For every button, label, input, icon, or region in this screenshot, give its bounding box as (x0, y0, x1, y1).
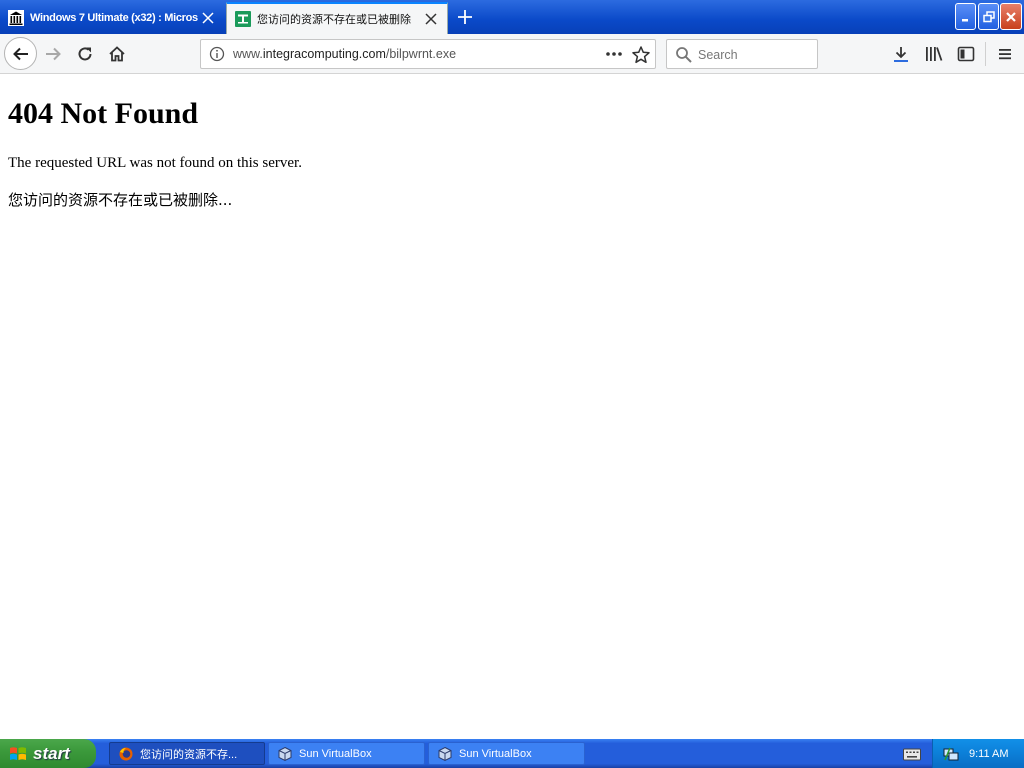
tab-windows7[interactable]: Windows 7 Ultimate (x32) : Micros (0, 2, 224, 34)
navigation-toolbar: www.integracomputing.com/bilpwrnt.exe Se… (0, 34, 1024, 74)
home-icon (109, 46, 125, 62)
hamburger-menu-icon (999, 49, 1011, 60)
virtualbox-cube-icon (437, 746, 453, 762)
clock: 9:11 AM (969, 747, 1009, 760)
search-icon (675, 46, 693, 64)
plus-icon[interactable] (454, 6, 476, 28)
tab-404-page[interactable]: 您访问的资源不存在或已被删除 (226, 2, 448, 34)
restore-button[interactable] (978, 3, 999, 30)
search-input[interactable]: Search (666, 39, 818, 69)
menu-button[interactable] (992, 41, 1018, 67)
back-button[interactable] (4, 37, 37, 70)
network-icon[interactable] (943, 746, 959, 762)
reload-icon (78, 47, 92, 61)
taskbar-item-firefox[interactable]: 您访问的资源不存... (109, 742, 265, 765)
green-t-icon (235, 11, 251, 27)
url-prefix: www. (233, 47, 263, 61)
start-label: start (33, 743, 70, 763)
home-button[interactable] (104, 41, 130, 67)
url-text[interactable]: www.integracomputing.com/bilpwrnt.exe (233, 47, 456, 61)
tab-label: 您访问的资源不存在或已被删除 (257, 14, 411, 26)
library-button[interactable] (921, 41, 947, 67)
page-title: 404 Not Found (8, 97, 199, 130)
taskbar-item-virtualbox[interactable]: Sun VirtualBox (428, 742, 585, 765)
tab-strip: Windows 7 Ultimate (x32) : Micros 您访问的资源… (0, 0, 1024, 34)
firefox-icon (118, 746, 134, 762)
more-actions-icon[interactable] (604, 46, 624, 62)
sidebar-button[interactable] (953, 41, 979, 67)
task-label: 您访问的资源不存... (140, 748, 238, 761)
downloads-button[interactable] (888, 41, 914, 67)
bookmark-star-icon[interactable] (631, 45, 651, 65)
url-path: /bilpwrnt.exe (385, 47, 457, 61)
taskbar-item-virtualbox[interactable]: Sun VirtualBox (268, 742, 425, 765)
windows-logo-icon (8, 744, 28, 764)
download-icon (894, 47, 908, 62)
sidebar-icon (957, 46, 975, 62)
url-domain: integracomputing.com (262, 47, 386, 61)
virtualbox-cube-icon (277, 746, 293, 762)
system-tray: 9:11 AM (932, 739, 1024, 768)
error-message: The requested URL was not found on this … (8, 155, 302, 171)
window-close-button[interactable] (1000, 3, 1022, 30)
task-label: Sun VirtualBox (299, 747, 372, 760)
reload-button[interactable] (72, 41, 98, 67)
task-label: Sun VirtualBox (459, 747, 532, 760)
page-content: 404 Not Found The requested URL was not … (0, 74, 1024, 739)
forward-button[interactable] (40, 41, 66, 67)
error-message-chinese: 您访问的资源不存在或已被删除... (8, 191, 233, 209)
library-icon (926, 47, 943, 61)
minimize-button[interactable] (955, 3, 976, 30)
taskbar: start 您访问的资源不存... Sun VirtualBox Sun Vir… (0, 739, 1024, 768)
keyboard-icon[interactable] (903, 746, 921, 761)
start-button[interactable]: start (0, 739, 96, 768)
back-arrow-icon (12, 47, 28, 60)
close-icon[interactable] (421, 9, 441, 29)
tab-label: Windows 7 Ultimate (x32) : Micros (30, 12, 198, 24)
toolbar-separator (985, 42, 986, 66)
museum-icon (8, 10, 24, 26)
search-placeholder: Search (698, 48, 738, 62)
forward-arrow-icon (46, 47, 61, 61)
address-bar[interactable]: www.integracomputing.com/bilpwrnt.exe (200, 39, 656, 69)
info-icon[interactable] (209, 46, 225, 62)
close-icon[interactable] (198, 8, 218, 28)
